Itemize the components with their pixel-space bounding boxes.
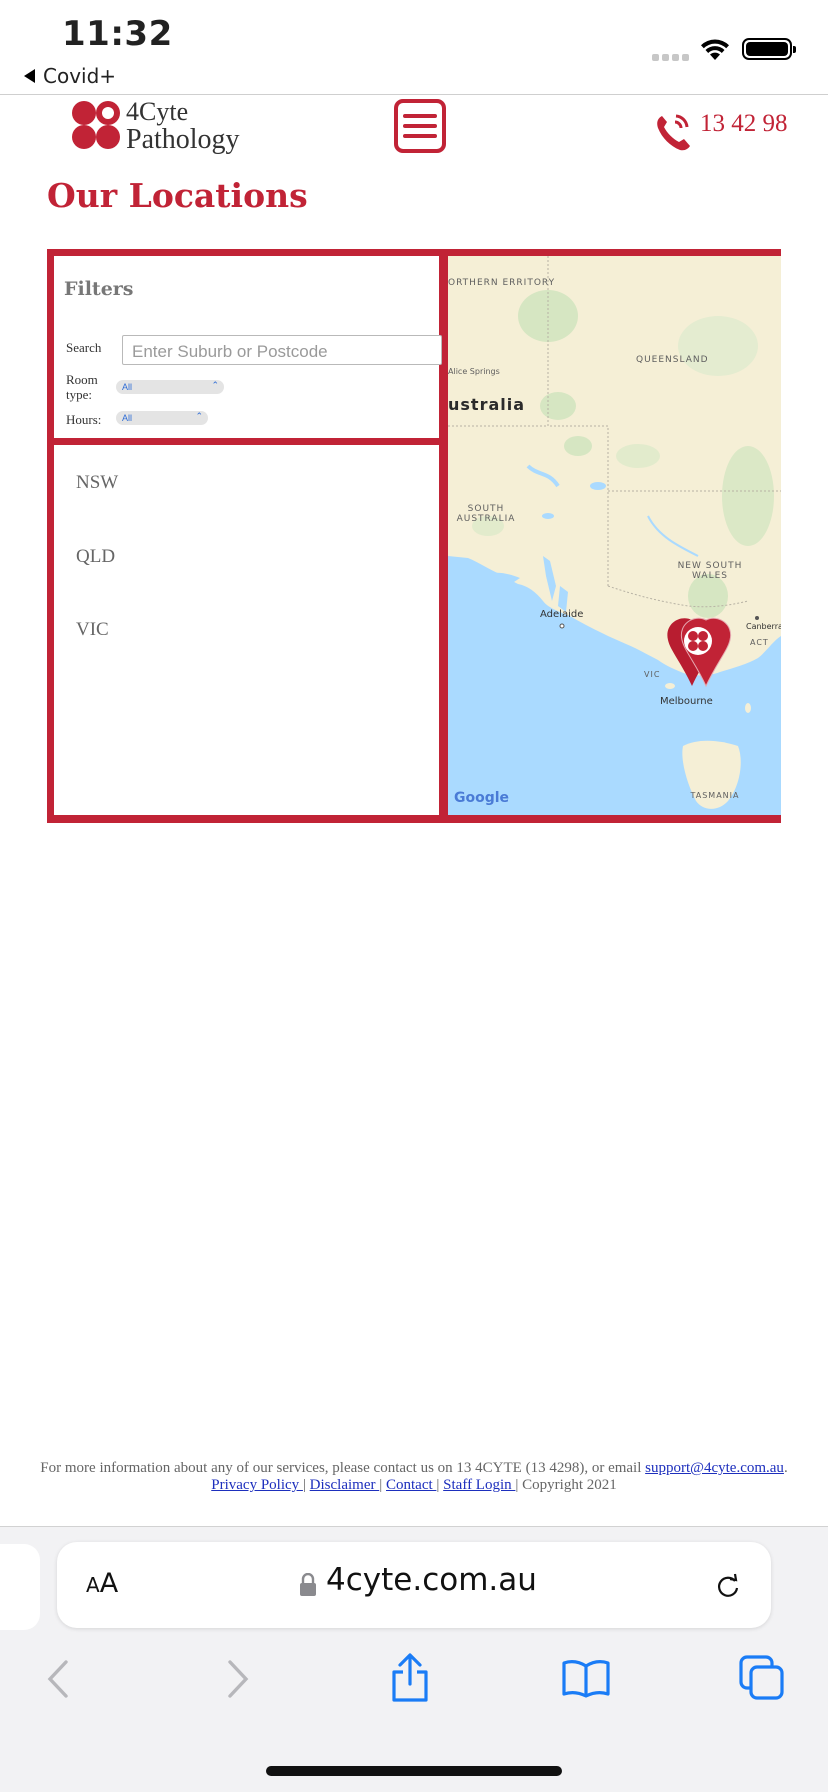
footer-separator: |: [515, 1477, 519, 1493]
logo-text[interactable]: 4Cyte Pathology: [126, 98, 240, 154]
hours-select[interactable]: All ⌃: [116, 411, 208, 425]
aa-big: A: [99, 1568, 119, 1599]
map-label-tasmania: TASMANIA: [690, 791, 740, 800]
previous-tab-preview[interactable]: [0, 1544, 40, 1630]
map-label-adelaide: Adelaide: [540, 609, 584, 620]
disclaimer-link[interactable]: Disclaimer: [310, 1477, 380, 1493]
map-label-south-australia: SOUTH AUSTRALIA: [456, 504, 516, 524]
hamburger-menu-button[interactable]: [394, 99, 446, 153]
footer-info: For more information about any of our se…: [0, 1460, 828, 1477]
map-label-canberra: Canberra: [746, 622, 781, 631]
privacy-policy-link[interactable]: Privacy Policy: [211, 1477, 303, 1493]
logo-line2: Pathology: [126, 124, 240, 155]
hours-value: All: [122, 413, 133, 423]
page-title: Our Locations: [47, 176, 308, 215]
state-item-nsw[interactable]: NSW: [76, 472, 118, 494]
locations-map[interactable]: ORTHERN ERRITORY Alice Springs ustralia …: [448, 256, 781, 815]
footer-separator: |: [302, 1477, 306, 1493]
location-marker-icon[interactable]: [658, 616, 748, 696]
map-label-alice-springs: Alice Springs: [448, 367, 500, 376]
map-label-australia: ustralia: [448, 395, 526, 414]
aa-small: A: [86, 1573, 100, 1597]
cellular-signal-icon: [652, 54, 689, 61]
divider: [0, 94, 828, 95]
back-triangle-icon: [24, 69, 35, 83]
url-text[interactable]: 4cyte.com.au: [326, 1562, 537, 1598]
google-logo: Google: [454, 790, 510, 806]
room-type-value: All: [122, 382, 133, 392]
search-label: Search: [66, 340, 102, 355]
reload-icon[interactable]: [714, 1572, 742, 1600]
tabs-icon[interactable]: [738, 1654, 786, 1702]
search-input[interactable]: Enter Suburb or Postcode: [122, 335, 442, 365]
home-indicator: [266, 1766, 562, 1776]
map-label-melbourne: Melbourne: [660, 696, 713, 707]
footer-separator: |: [436, 1477, 440, 1493]
status-time: 11:32: [62, 14, 173, 54]
filters-title: Filters: [64, 278, 134, 300]
phone-number-link[interactable]: 13 42 98: [700, 110, 788, 138]
reader-aa-button[interactable]: AA: [86, 1568, 118, 1599]
4cyte-logo-icon: [72, 101, 120, 149]
map-label-act: ACT: [750, 638, 769, 647]
forward-arrow-icon[interactable]: [222, 1658, 252, 1700]
room-type-select[interactable]: All ⌃: [116, 380, 224, 394]
back-app-label: Covid+: [43, 64, 117, 88]
footer-info-text: For more information about any of our se…: [40, 1460, 646, 1476]
contact-link[interactable]: Contact: [386, 1477, 436, 1493]
state-item-vic[interactable]: VIC: [76, 619, 109, 641]
copyright-text: Copyright 2021: [522, 1477, 617, 1493]
lock-icon: [300, 1573, 316, 1596]
hours-label: Hours:: [66, 412, 102, 427]
logo-line1: 4Cyte: [126, 97, 189, 126]
footer-info-suffix: .: [783, 1460, 788, 1476]
map-label-nt: ORTHERN ERRITORY: [448, 278, 556, 288]
share-icon[interactable]: [388, 1652, 432, 1704]
chevron-updown-icon: ⌃: [195, 411, 203, 421]
map-label-nsw: NEW SOUTH WALES: [677, 561, 743, 581]
battery-icon: [742, 38, 796, 60]
footer-links: Privacy Policy | Disclaimer | Contact | …: [0, 1477, 828, 1494]
map-label-queensland: QUEENSLAND: [636, 355, 709, 365]
states-panel: [54, 445, 439, 815]
room-type-label: Room type:: [66, 372, 98, 402]
bookmarks-icon[interactable]: [560, 1658, 612, 1698]
back-to-app-button[interactable]: Covid+: [24, 64, 116, 88]
chevron-updown-icon: ⌃: [211, 380, 219, 390]
support-email-link[interactable]: support@4cyte.com.au: [645, 1460, 784, 1476]
phone-icon[interactable]: [654, 110, 694, 152]
map-canvas: [448, 256, 781, 809]
staff-login-link[interactable]: Staff Login: [443, 1477, 515, 1493]
footer-separator: |: [379, 1477, 383, 1493]
back-arrow-icon[interactable]: [44, 1658, 74, 1700]
state-item-qld[interactable]: QLD: [76, 546, 115, 568]
wifi-icon: [701, 39, 729, 60]
